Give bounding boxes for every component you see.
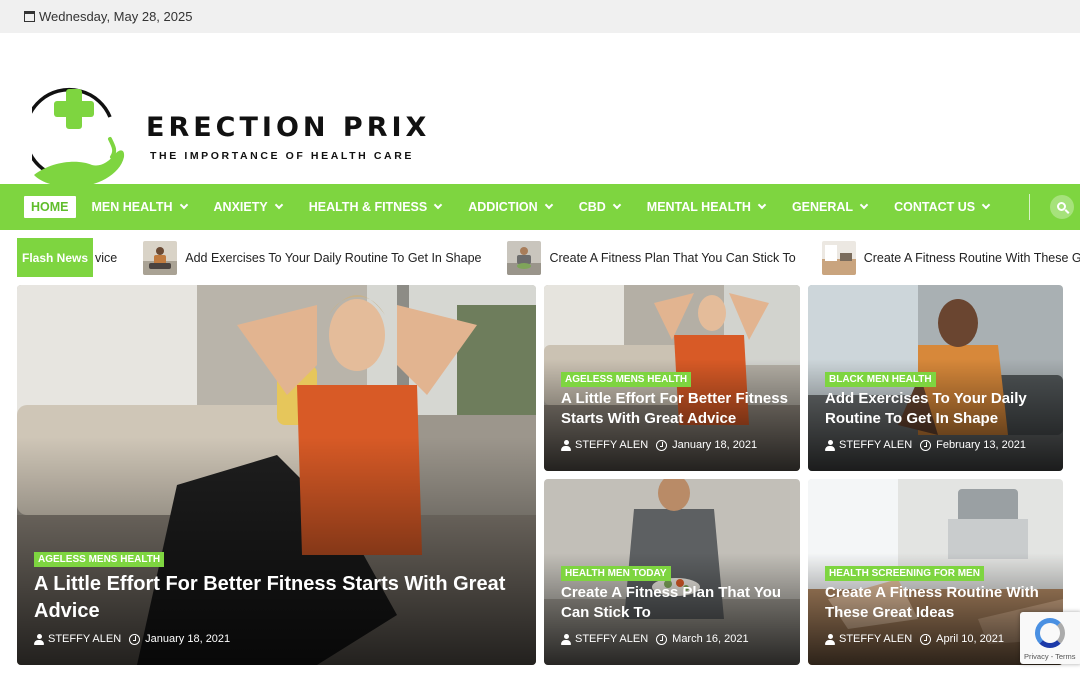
thumbnail-image[interactable] (143, 240, 178, 275)
clock-icon (920, 439, 932, 451)
nav-item-home[interactable]: HOME (24, 196, 76, 218)
clock-icon (656, 633, 668, 645)
chevron-down-icon (757, 200, 767, 210)
post-date[interactable]: April 10, 2021 (936, 633, 1004, 645)
current-date: Wednesday, May 28, 2025 (39, 9, 193, 24)
chevron-down-icon (981, 200, 991, 210)
nav-item-men-health[interactable]: MEN HEALTH (92, 196, 188, 218)
flash-news-label: Flash News (17, 238, 93, 277)
post-meta: STEFFY ALEN January 18, 2021 (561, 439, 757, 451)
main-nav: HOME MEN HEALTH ANXIETY HEALTH & FITNESS… (0, 184, 1080, 230)
post-date[interactable]: March 16, 2021 (672, 633, 748, 645)
logo-icon[interactable] (32, 87, 126, 191)
clock-icon (920, 633, 932, 645)
ticker-item[interactable]: Add Exercises To Your Daily Routine To G… (143, 240, 481, 275)
post-date[interactable]: January 18, 2021 (145, 633, 230, 645)
site-header: ERECTION PRIX THE IMPORTANCE OF HEALTH C… (0, 33, 1080, 187)
category-badge[interactable]: HEALTH MEN TODAY (561, 566, 671, 581)
terms-link[interactable]: Terms (1055, 652, 1075, 661)
post-author[interactable]: STEFFY ALEN (575, 633, 648, 645)
post-meta: STEFFY ALEN March 16, 2021 (561, 633, 749, 645)
recaptcha-links: Privacy - Terms (1024, 652, 1076, 661)
user-icon (825, 439, 835, 451)
clock-icon (656, 439, 668, 451)
top-bar: Wednesday, May 28, 2025 (0, 0, 1080, 33)
search-icon (1056, 201, 1066, 211)
post-meta: STEFFY ALEN January 18, 2021 (34, 633, 230, 645)
category-badge[interactable]: AGELESS MENS HEALTH (34, 552, 165, 567)
post-title[interactable]: Add Exercises To Your Daily Routine To G… (825, 389, 1055, 430)
post-date[interactable]: January 18, 2021 (672, 439, 757, 451)
category-badge[interactable]: BLACK MEN HEALTH (825, 372, 936, 387)
recaptcha-badge[interactable]: Privacy - Terms (1020, 612, 1080, 664)
ticker-item[interactable]: vice (95, 251, 117, 265)
nav-item-general[interactable]: GENERAL (792, 196, 869, 218)
thumbnail-image[interactable] (507, 240, 542, 275)
recaptcha-icon (1035, 618, 1065, 648)
clock-icon (129, 633, 141, 645)
nav-item-mental-health[interactable]: MENTAL HEALTH (647, 196, 767, 218)
chevron-down-icon (433, 200, 443, 210)
privacy-link[interactable]: Privacy (1024, 652, 1049, 661)
thumbnail-image[interactable] (821, 240, 856, 275)
nav-item-anxiety[interactable]: ANXIETY (214, 196, 283, 218)
brand[interactable]: ERECTION PRIX THE IMPORTANCE OF HEALTH C… (146, 112, 430, 162)
nav-item-contact-us[interactable]: CONTACT US (894, 196, 991, 218)
calendar-icon (24, 11, 35, 22)
post-meta: STEFFY ALEN February 13, 2021 (825, 439, 1026, 451)
post-card[interactable]: BLACK MEN HEALTH Add Exercises To Your D… (808, 285, 1063, 471)
post-title[interactable]: A Little Effort For Better Fitness Start… (561, 389, 791, 430)
user-icon (34, 633, 44, 645)
category-badge[interactable]: AGELESS MENS HEALTH (561, 372, 692, 387)
featured-post-card[interactable]: AGELESS MENS HEALTH A Little Effort For … (17, 285, 536, 665)
post-date[interactable]: February 13, 2021 (936, 439, 1026, 451)
chevron-down-icon (544, 200, 553, 210)
site-tagline: THE IMPORTANCE OF HEALTH CARE (150, 150, 415, 162)
user-icon (561, 439, 571, 451)
post-title[interactable]: A Little Effort For Better Fitness Start… (34, 571, 519, 625)
ticker-item[interactable]: Create A Fitness Routine With These Grea… (821, 240, 1080, 275)
nav-divider (1029, 194, 1030, 220)
chevron-down-icon (179, 200, 188, 210)
post-author[interactable]: STEFFY ALEN (575, 439, 648, 451)
ticker-item[interactable]: Create A Fitness Plan That You Can Stick… (507, 240, 796, 275)
chevron-down-icon (859, 200, 869, 210)
post-card[interactable]: HEALTH MEN TODAY Create A Fitness Plan T… (544, 479, 800, 665)
post-author[interactable]: STEFFY ALEN (839, 439, 912, 451)
user-icon (561, 633, 571, 645)
nav-item-cbd[interactable]: CBD (579, 196, 622, 218)
post-card[interactable]: AGELESS MENS HEALTH A Little Effort For … (544, 285, 800, 471)
post-meta: STEFFY ALEN April 10, 2021 (825, 633, 1004, 645)
image-overlay (17, 437, 536, 665)
nav-item-addiction[interactable]: ADDICTION (468, 196, 553, 218)
flash-news-ticker: Flash News vice Add Exercises To Your Da… (17, 238, 1080, 277)
user-icon (825, 633, 835, 645)
category-badge[interactable]: HEALTH SCREENING FOR MEN (825, 566, 984, 581)
search-button[interactable] (1050, 195, 1074, 219)
chevron-down-icon (612, 200, 622, 210)
post-author[interactable]: STEFFY ALEN (839, 633, 912, 645)
chevron-down-icon (274, 200, 283, 210)
post-title[interactable]: Create A Fitness Plan That You Can Stick… (561, 583, 791, 624)
site-title[interactable]: ERECTION PRIX (146, 112, 430, 143)
post-author[interactable]: STEFFY ALEN (48, 633, 121, 645)
nav-item-health-fitness[interactable]: HEALTH & FITNESS (309, 196, 443, 218)
